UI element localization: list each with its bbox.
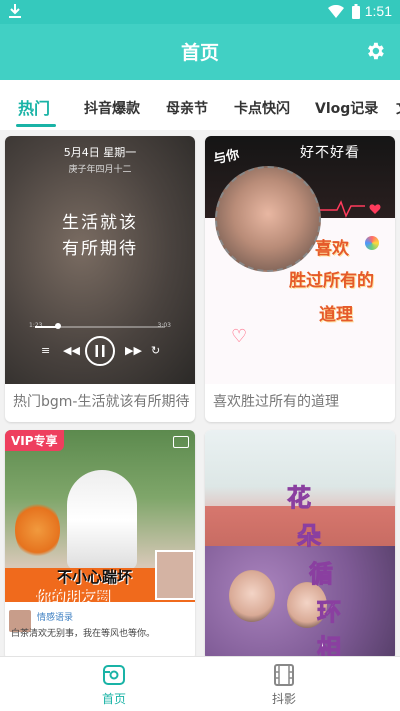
card-header: 好不好看 <box>300 145 360 161</box>
card-lunar-date: 庚子年四月十二 <box>68 165 132 175</box>
card-text-char: 朵 <box>297 522 322 551</box>
wifi-icon <box>328 5 344 18</box>
next-icon: ▶▶ <box>125 344 142 357</box>
tab-douyin-hits[interactable]: 抖音爆款 <box>84 80 140 130</box>
nav-film[interactable]: 抖影 <box>184 657 384 711</box>
home-icon <box>103 665 125 685</box>
tab-hot[interactable]: 热门 <box>18 80 50 130</box>
portrait-photo <box>229 570 275 622</box>
page-title: 首页 <box>180 42 219 64</box>
photo-circle <box>215 166 321 272</box>
flower-bouquet <box>15 500 60 560</box>
category-tabs: 热门 抖音爆款 母亲节 卡点快闪 Vlog记录 文 <box>0 80 400 130</box>
card-lyric-line: 生活就该 <box>62 213 138 233</box>
list-icon: ≡ <box>41 344 51 357</box>
nav-film-label: 抖影 <box>271 692 296 706</box>
tab-indicator <box>16 124 56 127</box>
post-body: 白茶清欢无别事，我在等风也等你。 <box>11 629 156 639</box>
tab-beat-flash[interactable]: 卡点快闪 <box>234 80 290 130</box>
camera-icon <box>173 436 189 448</box>
template-card[interactable]: VIP专享 不小心踹坏 你的朋友圈 情感语录 白茶清欢无别事，我在等风也等你。 <box>5 430 195 656</box>
card-date: 5月4日 星期一 <box>63 146 137 159</box>
template-grid: 5月4日 星期一 庚子年四月十二 生活就该 有所期待 1:23 3:03 ≡ ◀… <box>0 132 400 656</box>
template-card[interactable]: 花 朵 循 环 相 <box>205 430 395 656</box>
post-title: 情感语录 <box>37 613 74 623</box>
card-caption: 喜欢胜过所有的道理 <box>213 394 339 410</box>
card-text-line: 不小心踹坏 <box>57 568 133 586</box>
inset-photo <box>155 550 195 600</box>
card-text-char: 环 <box>317 598 342 627</box>
card-text-line: 胜过所有的 <box>289 271 374 291</box>
lollipop-icon <box>365 236 379 250</box>
heart-icon: ♡ <box>231 326 248 347</box>
pause-icon <box>85 336 115 366</box>
film-icon <box>274 664 294 686</box>
tab-mothers-day[interactable]: 母亲节 <box>166 80 208 130</box>
track-progress-knob <box>55 323 62 329</box>
card-text-char: 循 <box>309 560 334 589</box>
card-text-line: 道理 <box>319 305 353 325</box>
card-text-char: 相 <box>317 634 342 657</box>
bottom-nav: 首页 抖影 <box>0 656 400 711</box>
tab-vlog[interactable]: Vlog记录 <box>315 80 378 130</box>
figure-silhouette <box>67 470 137 570</box>
card-thumbnail: 与你 好不好看 喜欢 胜过所有的 道理 ♡ <box>205 136 395 384</box>
vip-badge: VIP专享 <box>5 430 64 451</box>
app-bar: 首页 <box>0 24 400 80</box>
gear-icon[interactable] <box>364 40 386 62</box>
heartbeat-line <box>317 200 381 218</box>
template-card[interactable]: 5月4日 星期一 庚子年四月十二 生活就该 有所期待 1:23 3:03 ≡ ◀… <box>5 136 195 422</box>
card-text-line: 喜欢 <box>315 239 349 259</box>
card-thumbnail: 花 朵 循 环 相 <box>205 430 395 656</box>
card-thumbnail: VIP专享 不小心踹坏 你的朋友圈 情感语录 白茶清欢无别事，我在等风也等你。 <box>5 430 195 656</box>
template-card[interactable]: 与你 好不好看 喜欢 胜过所有的 道理 ♡ 喜欢胜过所有的道理 <box>205 136 395 422</box>
card-thumbnail: 5月4日 星期一 庚子年四月十二 生活就该 有所期待 1:23 3:03 ≡ ◀… <box>5 136 195 384</box>
status-time: 1:51 <box>364 3 392 19</box>
tab-more[interactable]: 文 <box>396 80 400 130</box>
card-lyric-line: 有所期待 <box>62 239 138 259</box>
status-bar: 1:51 <box>0 0 400 24</box>
card-caption: 热门bgm-生活就该有所期待 <box>13 394 190 410</box>
battery-icon <box>352 4 360 19</box>
card-text-char: 花 <box>287 484 312 513</box>
repeat-icon: ↻ <box>151 344 161 357</box>
previous-icon: ◀◀ <box>63 344 80 357</box>
download-icon <box>9 4 21 18</box>
